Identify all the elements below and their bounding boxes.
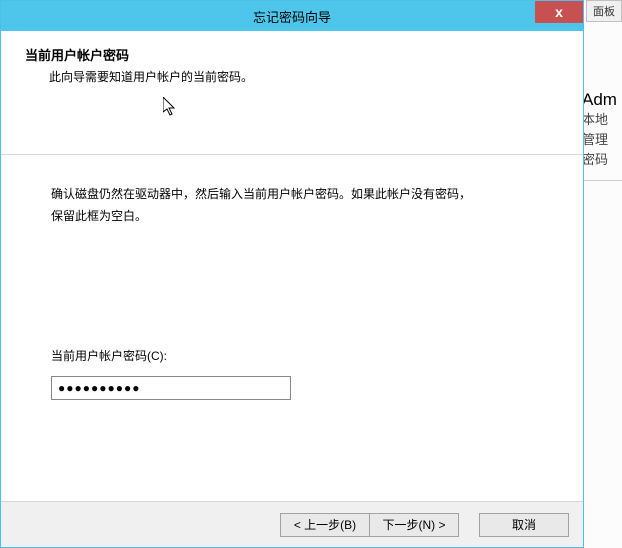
window-title: 忘记密码向导 [253,7,331,26]
wizard-window: 忘记密码向导 x 当前用户帐户密码 此向导需要知道用户帐户的当前密码。 确认磁盘… [0,0,584,548]
background-text-line: 管理 [582,130,622,150]
body-section: 确认磁盘仍然在驱动器中，然后输入当前用户帐户密码。如果此帐户没有密码， 保留此框… [1,155,583,400]
wizard-content: 当前用户帐户密码 此向导需要知道用户帐户的当前密码。 确认磁盘仍然在驱动器中，然… [1,31,583,501]
instruction-line: 保留此框为空白。 [51,209,147,223]
wizard-footer: < 上一步(B) 下一步(N) > 取消 [1,501,583,547]
titlebar[interactable]: 忘记密码向导 x [1,1,583,31]
background-text-line: 密码 [582,150,622,170]
close-icon: x [555,4,563,20]
cancel-button[interactable]: 取消 [479,513,569,537]
instruction-line: 确认磁盘仍然在驱动器中，然后输入当前用户帐户密码。如果此帐户没有密码， [51,187,471,201]
instruction-text: 确认磁盘仍然在驱动器中，然后输入当前用户帐户密码。如果此帐户没有密码， 保留此框… [51,183,533,227]
page-subtext: 此向导需要知道用户帐户的当前密码。 [25,68,559,86]
background-text-line: 本地 [582,110,622,130]
password-field-label: 当前用户帐户密码(C): [51,347,533,364]
background-divider [578,180,622,181]
background-content: Adm 本地 管理 密码 [582,90,622,170]
page-title: 当前用户帐户密码 [25,45,559,64]
close-button[interactable]: x [535,1,583,23]
background-text-line: Adm [582,90,622,110]
background-tab: 面板 [586,0,622,22]
back-button[interactable]: < 上一步(B) [280,513,370,537]
header-section: 当前用户帐户密码 此向导需要知道用户帐户的当前密码。 [1,31,583,104]
next-button[interactable]: 下一步(N) > [369,513,459,537]
password-input[interactable] [51,376,291,400]
